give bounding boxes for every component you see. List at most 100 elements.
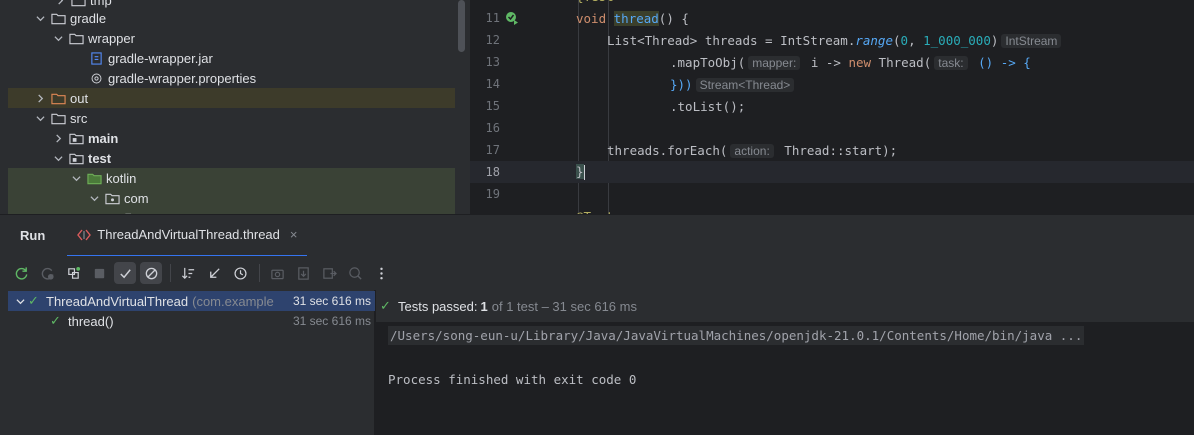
test-duration: 31 sec 616 ms — [292, 294, 375, 308]
toolbar-separator — [170, 264, 171, 282]
code-token: () { — [658, 10, 689, 26]
test-duration: 31 sec 616 ms — [292, 314, 371, 328]
chevron-right-icon[interactable] — [50, 128, 66, 148]
code-token: new — [848, 54, 872, 70]
tests-passed-count: 1 — [480, 298, 488, 314]
code-token: 0 — [900, 32, 909, 48]
tree-scrollbar[interactable] — [458, 0, 465, 52]
tree-item-out[interactable]: out — [8, 88, 455, 108]
tree-item-label: gradle-wrapper.jar — [108, 50, 213, 66]
code-token: List<Thread> threads = IntStream. — [607, 32, 856, 48]
code-token: thread — [613, 10, 659, 26]
run-configuration-tab[interactable]: ThreadAndVirtualThread.thread × — [67, 215, 308, 257]
tree-item-label: src — [70, 110, 88, 126]
test-passed-icon: ✓ — [28, 293, 39, 308]
tree-item-kotlin[interactable]: kotlin — [8, 168, 455, 188]
collapse-icon[interactable] — [203, 262, 225, 284]
line-number: 19 — [485, 187, 500, 201]
code-line-15[interactable]: 15 .toList(); — [470, 95, 1194, 117]
code-line-13[interactable]: 13 .mapToObj(mapper: i -> new Thread(tas… — [470, 51, 1194, 73]
test-passed-icon: ✓ — [380, 298, 391, 313]
test-results-tree[interactable]: ✓ ThreadAndVirtualThread (com.example 31… — [8, 290, 375, 435]
run-test-icon[interactable] — [505, 11, 519, 25]
test-class-package: (com.example — [192, 293, 274, 309]
tree-item-gradle[interactable]: gradle — [8, 8, 455, 28]
package-folder-icon — [104, 190, 120, 206]
code-line-14[interactable]: 14 })) Stream<Thread> — [470, 73, 1194, 95]
chevron-down-icon[interactable] — [32, 108, 48, 128]
code-token: Thread::start); — [776, 142, 898, 158]
tree-item-label: kotlin — [106, 170, 137, 186]
code-line-12[interactable]: 12 List<Thread> threads = IntStream.rang… — [470, 29, 1194, 51]
run-toolbar — [0, 256, 1194, 290]
chevron-down-icon[interactable] — [12, 291, 28, 311]
code-line-11[interactable]: 11 void thread() { — [470, 7, 1194, 29]
export-icon[interactable] — [318, 262, 340, 284]
code-token: , — [908, 32, 924, 48]
test-class-icon — [77, 228, 92, 242]
line-number: 17 — [485, 143, 500, 157]
code-token: } — [576, 164, 584, 179]
tests-passed-detail: of 1 test – 31 sec 616 ms — [491, 298, 637, 314]
code-token: .mapToObj( — [670, 54, 746, 70]
code-line-19[interactable]: 19 — [470, 183, 1194, 205]
project-tree[interactable]: tmp gradle wrapper gradle-wrapper.jar gr… — [0, 0, 470, 214]
chevron-down-icon[interactable] — [86, 188, 102, 208]
code-line-18[interactable]: 18 } — [470, 161, 1194, 183]
test-method-name: thread() — [68, 313, 114, 329]
parameter-hint: task: — [934, 55, 968, 70]
tree-item-test[interactable]: test — [8, 148, 455, 168]
history-icon[interactable] — [229, 262, 251, 284]
tree-item-main[interactable]: main — [8, 128, 455, 148]
chevron-down-icon[interactable] — [32, 8, 48, 28]
tree-item-gradle-wrapper-jar[interactable]: gradle-wrapper.jar — [8, 48, 455, 68]
close-icon[interactable]: × — [290, 227, 298, 242]
rerun-failed-icon[interactable] — [36, 262, 58, 284]
line-number: 14 — [485, 77, 500, 91]
run-tool-window-header: Run ThreadAndVirtualThread.thread × — [0, 214, 1194, 257]
tree-item-gradle-wrapper-properties[interactable]: gradle-wrapper.properties — [8, 68, 455, 88]
chevron-down-icon[interactable] — [50, 148, 66, 168]
import-icon[interactable] — [292, 262, 314, 284]
chevron-down-icon[interactable] — [50, 28, 66, 48]
tests-passed-label: Tests passed: — [398, 298, 478, 314]
sort-icon[interactable] — [177, 262, 199, 284]
chevron-right-icon[interactable] — [32, 88, 48, 108]
console-panel[interactable]: ✓ Tests passed: 1 of 1 test – 31 sec 616… — [376, 290, 1194, 435]
more-icon[interactable] — [370, 262, 392, 284]
test-passed-icon: ✓ — [50, 313, 61, 328]
test-row-method[interactable]: ✓ thread() 31 sec 616 ms — [8, 311, 375, 331]
tree-item-label: gradle-wrapper.properties — [108, 70, 257, 86]
line-number: 11 — [485, 11, 500, 25]
rerun-icon[interactable] — [10, 262, 32, 284]
show-passed-icon[interactable] — [114, 262, 136, 284]
line-number: 13 — [485, 55, 500, 69]
code-token: .toList(); — [670, 98, 746, 114]
code-token: 1_000_000 — [923, 32, 991, 48]
code-line-17[interactable]: 17 threads.forEach(action: Thread::start… — [470, 139, 1194, 161]
test-row-class[interactable]: ✓ ThreadAndVirtualThread (com.example 31… — [8, 291, 375, 311]
code-editor[interactable]: {Test 11 void thread() { 12 List<Thread>… — [470, 0, 1194, 214]
test-status-bar: ✓ Tests passed: 1 of 1 test – 31 sec 616… — [376, 290, 1194, 322]
screenshot-icon[interactable] — [266, 262, 288, 284]
folder-icon — [50, 110, 66, 126]
code-line[interactable]: {Test — [470, 0, 1194, 7]
tree-item-com[interactable]: com — [8, 188, 455, 208]
coverage-icon[interactable] — [344, 262, 366, 284]
stop-icon[interactable] — [88, 262, 110, 284]
tree-item-wrapper[interactable]: wrapper — [8, 28, 455, 48]
type-hint: IntStream — [1001, 33, 1062, 48]
toggle-auto-test-icon[interactable] — [62, 262, 84, 284]
console-command-line[interactable]: /Users/song-eun-u/Library/Java/JavaVirtu… — [388, 326, 1085, 345]
code-line-16[interactable]: 16 — [470, 117, 1194, 139]
tree-item-label: gradle — [70, 10, 107, 26]
run-window-title: Run — [20, 228, 46, 243]
code-line[interactable]: @Test — [470, 205, 1194, 215]
module-folder-icon — [68, 130, 84, 146]
run-tab-label: ThreadAndVirtualThread.thread — [97, 227, 280, 242]
chevron-down-icon[interactable] — [68, 168, 84, 188]
tree-item-src[interactable]: src — [8, 108, 455, 128]
show-ignored-icon[interactable] — [140, 262, 162, 284]
jar-file-icon — [88, 50, 104, 66]
folder-icon — [68, 30, 84, 46]
